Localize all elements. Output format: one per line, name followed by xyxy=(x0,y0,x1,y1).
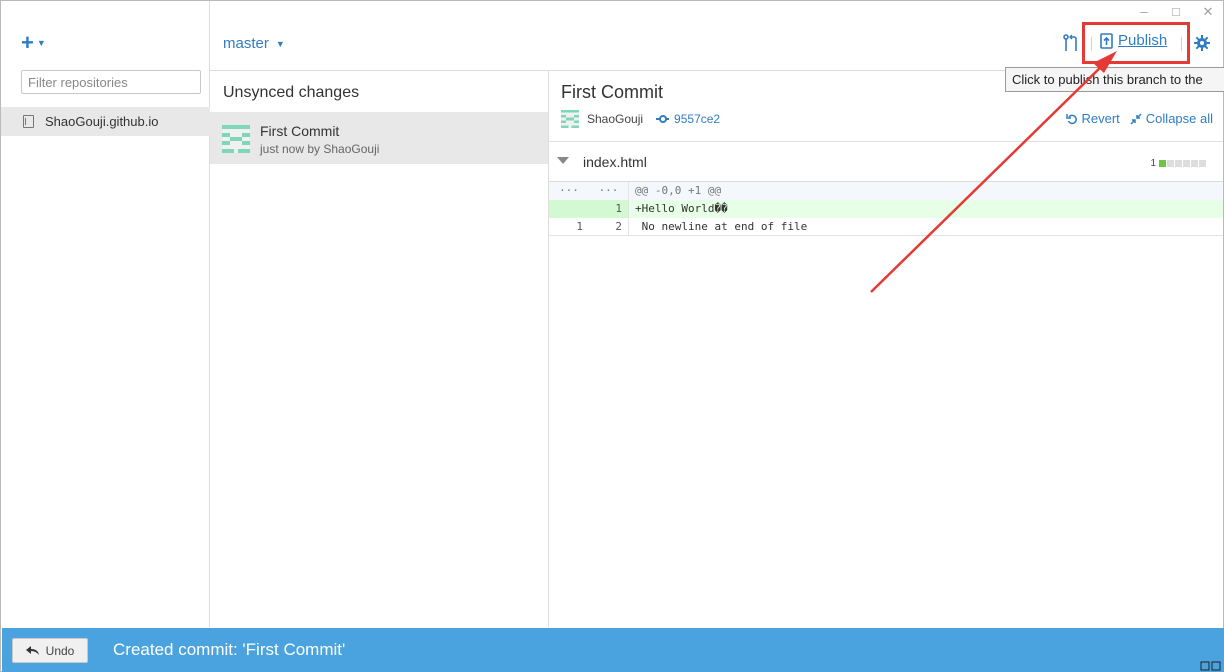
diff-stat-added-block xyxy=(1159,160,1166,167)
commit-author: ShaoGouji xyxy=(587,112,644,126)
diff-stat-count: 1 xyxy=(1150,158,1156,169)
commit-list-item[interactable]: First Commit just now by ShaoGouji xyxy=(210,112,548,164)
undo-button[interactable]: Undo xyxy=(12,638,88,663)
status-message: Created commit: 'First Commit' xyxy=(113,640,346,659)
file-name: index.html xyxy=(583,154,647,170)
avatar xyxy=(222,125,250,153)
collapse-icon xyxy=(1130,112,1142,125)
diff-stat-empty-block xyxy=(1199,160,1206,167)
repo-icon xyxy=(23,115,34,128)
commit-detail-title: First Commit xyxy=(561,82,663,102)
collapse-all-button[interactable]: Collapse all xyxy=(1130,111,1213,126)
diff-stat-empty-block xyxy=(1183,160,1190,167)
commit-title: First Commit xyxy=(260,123,340,139)
old-line-number xyxy=(549,200,589,218)
caret-down-icon: ▼ xyxy=(36,38,46,48)
resize-grip-icon[interactable] xyxy=(1200,661,1222,671)
commit-list-header: Unsynced changes xyxy=(223,84,360,101)
undo-icon xyxy=(25,646,39,655)
new-line-number: 1 xyxy=(589,200,629,218)
branch-selector[interactable]: master ▼ xyxy=(223,35,285,52)
filter-repositories-input[interactable] xyxy=(21,70,201,94)
commit-meta: just now by ShaoGouji xyxy=(260,142,380,156)
app-window: – □ ✕ + ▼ ShaoGouji.github.io master ▼ xyxy=(0,0,1224,672)
diff-code: +Hello World�� xyxy=(635,202,728,215)
old-line-number: ··· xyxy=(559,184,579,197)
collapse-all-label: Collapse all xyxy=(1145,111,1213,126)
commit-detail-meta: ShaoGouji 9557ce2 xyxy=(561,110,720,128)
add-repository-button[interactable]: + ▼ xyxy=(21,32,46,54)
repo-name: ShaoGouji.github.io xyxy=(45,114,159,129)
diff-stat-empty-block xyxy=(1167,160,1174,167)
undo-label: Undo xyxy=(45,643,75,658)
repository-sidebar: + ▼ ShaoGouji.github.io xyxy=(1,1,210,627)
plus-icon: + xyxy=(21,30,34,55)
diff-code: @@ -0,0 +1 @@ xyxy=(635,184,722,197)
branch-name: master xyxy=(223,35,269,52)
old-line-number: 1 xyxy=(576,220,583,233)
commit-list: Unsynced changes First Commit just now b… xyxy=(210,71,549,627)
new-line-number: 2 xyxy=(589,218,629,235)
annotation-arrow xyxy=(870,51,1117,293)
triangle-down-icon[interactable] xyxy=(557,157,569,164)
commit-sha-link[interactable]: 9557ce2 xyxy=(674,112,720,126)
new-line-number: ··· xyxy=(589,182,629,200)
avatar xyxy=(561,110,579,128)
gear-icon[interactable] xyxy=(1194,35,1210,51)
diff-stat-empty-block xyxy=(1191,160,1198,167)
diff-code: No newline at end of file xyxy=(635,219,808,233)
diff-stat-empty-block xyxy=(1175,160,1182,167)
repo-list-item[interactable]: ShaoGouji.github.io xyxy=(1,107,210,136)
commit-icon xyxy=(656,115,670,123)
caret-down-icon: ▼ xyxy=(275,38,285,49)
status-bar: Undo Created commit: 'First Commit' xyxy=(2,628,1224,672)
diff-stat: 1 xyxy=(1150,158,1207,169)
